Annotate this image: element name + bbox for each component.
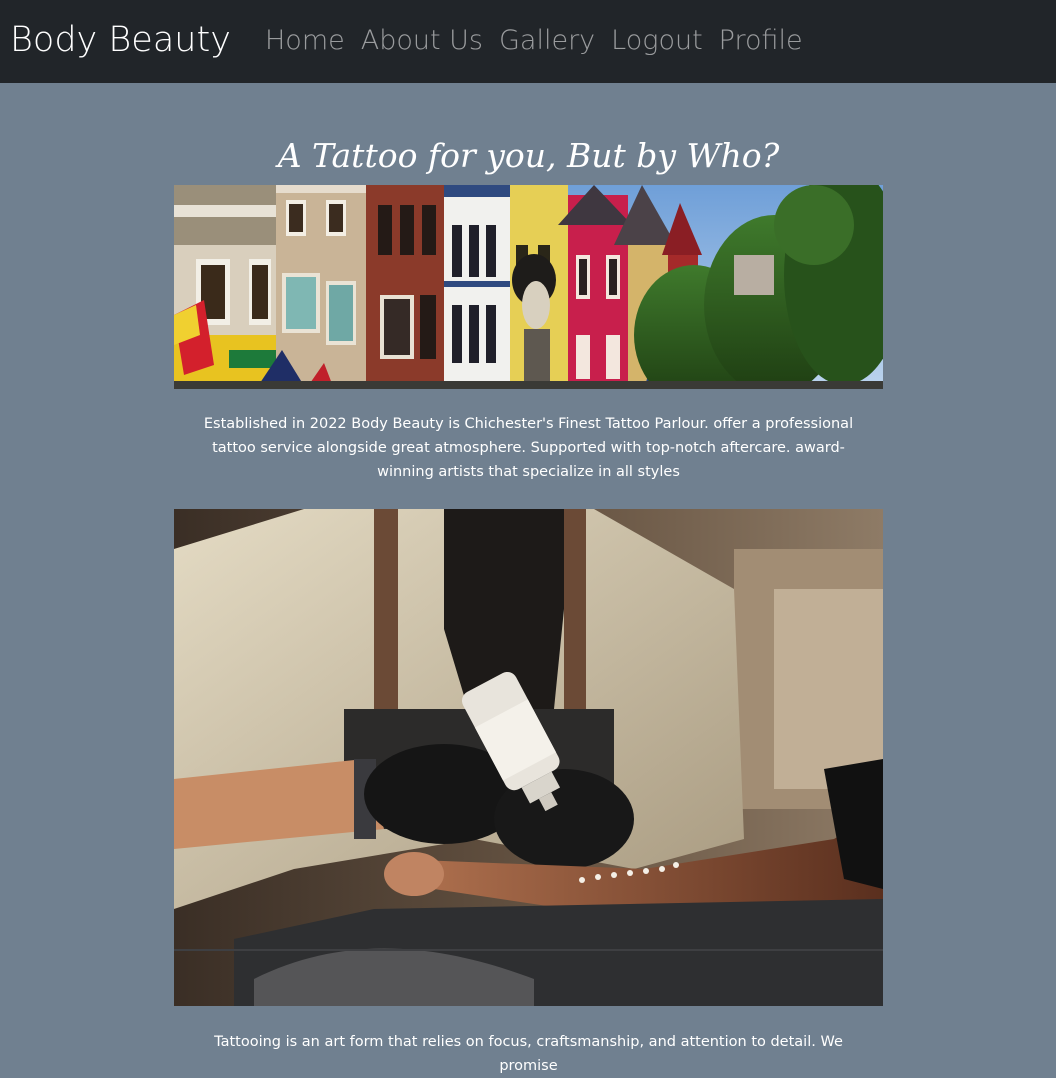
intro-paragraph: Established in 2022 Body Beauty is Chich… bbox=[203, 416, 854, 480]
navbar: Body Beauty Home About Us Gallery Logout… bbox=[0, 0, 1056, 83]
nav-link-gallery[interactable]: Gallery bbox=[499, 22, 595, 60]
nav-link-logout[interactable]: Logout bbox=[611, 22, 703, 60]
street-banner-illustration bbox=[174, 185, 883, 389]
nav-link-profile[interactable]: Profile bbox=[719, 22, 803, 60]
tattoo-artist-illustration bbox=[174, 509, 883, 1006]
nav-links: Home About Us Gallery Logout Profile bbox=[265, 22, 803, 60]
nav-link-home[interactable]: Home bbox=[265, 22, 345, 60]
street-banner-image bbox=[174, 185, 883, 389]
outro-paragraph: Tattooing is an art form that relies on … bbox=[214, 1034, 843, 1074]
heading-container: A Tattoo for you, But by Who? bbox=[174, 131, 883, 181]
nav-link-about-us[interactable]: About Us bbox=[361, 22, 483, 60]
page-heading: A Tattoo for you, But by Who? bbox=[277, 136, 780, 175]
tattoo-artist-image bbox=[174, 509, 883, 1006]
brand-link[interactable]: Body Beauty bbox=[10, 18, 231, 62]
